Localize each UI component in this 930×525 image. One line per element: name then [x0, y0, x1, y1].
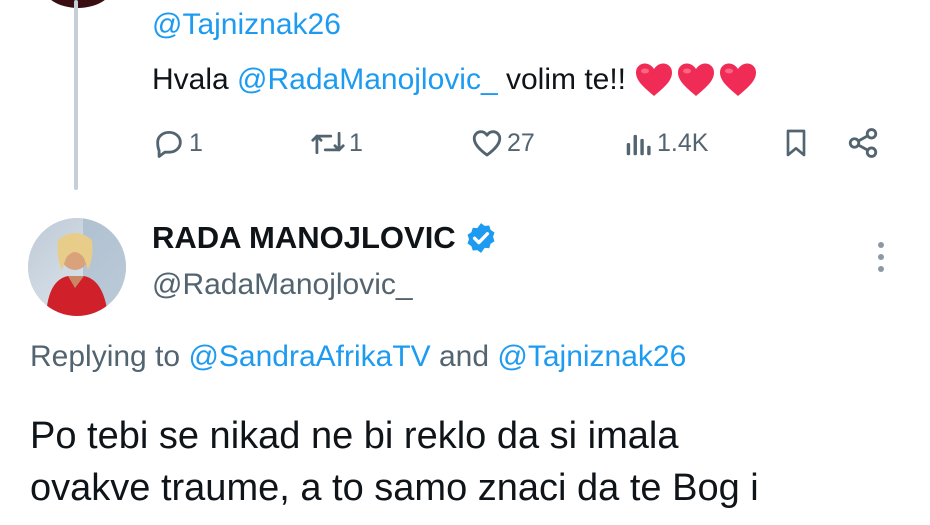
user-handle[interactable]: @RadaManojlovic_ — [152, 268, 413, 302]
retweet-count: 1 — [349, 128, 363, 157]
heart-emoji-icon — [636, 63, 673, 96]
replying-mention-2[interactable]: @Tajniznak26 — [497, 340, 686, 373]
display-name-text: RADA MANOJLOVIC — [152, 220, 456, 255]
replying-to-line: Replying to @SandraAfrikaTV and @Tajnizn… — [30, 340, 686, 374]
reply-button[interactable]: 1 — [152, 126, 203, 160]
replying-prefix: Replying to — [30, 340, 189, 373]
views-count: 1.4K — [657, 128, 709, 157]
replying-and: and — [430, 340, 498, 373]
like-count: 27 — [507, 128, 535, 157]
tweet-text: Po tebi se nikad ne bi reklo da si imala… — [30, 415, 759, 509]
bookmark-icon — [786, 129, 806, 157]
more-options-icon[interactable] — [874, 240, 888, 274]
verified-badge-icon — [467, 223, 495, 253]
share-button[interactable] — [846, 126, 880, 160]
reply-count: 1 — [189, 128, 203, 157]
parent-avatar[interactable] — [42, 0, 114, 8]
share-icon — [848, 128, 878, 158]
like-button[interactable]: 27 — [470, 126, 535, 160]
retweet-button[interactable]: 1 — [310, 126, 363, 160]
heart-emojis — [634, 62, 758, 98]
profile-photo — [28, 218, 126, 316]
display-name[interactable]: RADA MANOJLOVIC — [152, 220, 498, 256]
parent-mention-link[interactable]: @RadaManojlovic_ — [237, 63, 498, 97]
tweet-action-bar: 1 1 27 1.4K — [0, 126, 930, 166]
views-button[interactable]: 1.4K — [624, 126, 708, 160]
bookmark-button[interactable] — [780, 126, 812, 160]
reply-icon — [156, 130, 182, 158]
parent-handle[interactable]: @Tajniznak26 — [152, 8, 341, 42]
parent-text-prefix: Hvala — [152, 63, 238, 96]
parent-text-suffix: volim te!! — [497, 63, 627, 96]
heart-emoji-icon — [720, 63, 757, 96]
retweet-icon — [311, 131, 345, 155]
like-icon — [472, 130, 502, 157]
avatar[interactable] — [28, 218, 126, 316]
replying-mention-1[interactable]: @SandraAfrikaTV — [188, 340, 430, 373]
views-icon — [626, 134, 651, 156]
heart-emoji-icon — [678, 63, 715, 96]
parent-tweet-text: Hvala @RadaManojlovic_ volim te!! — [152, 62, 758, 98]
